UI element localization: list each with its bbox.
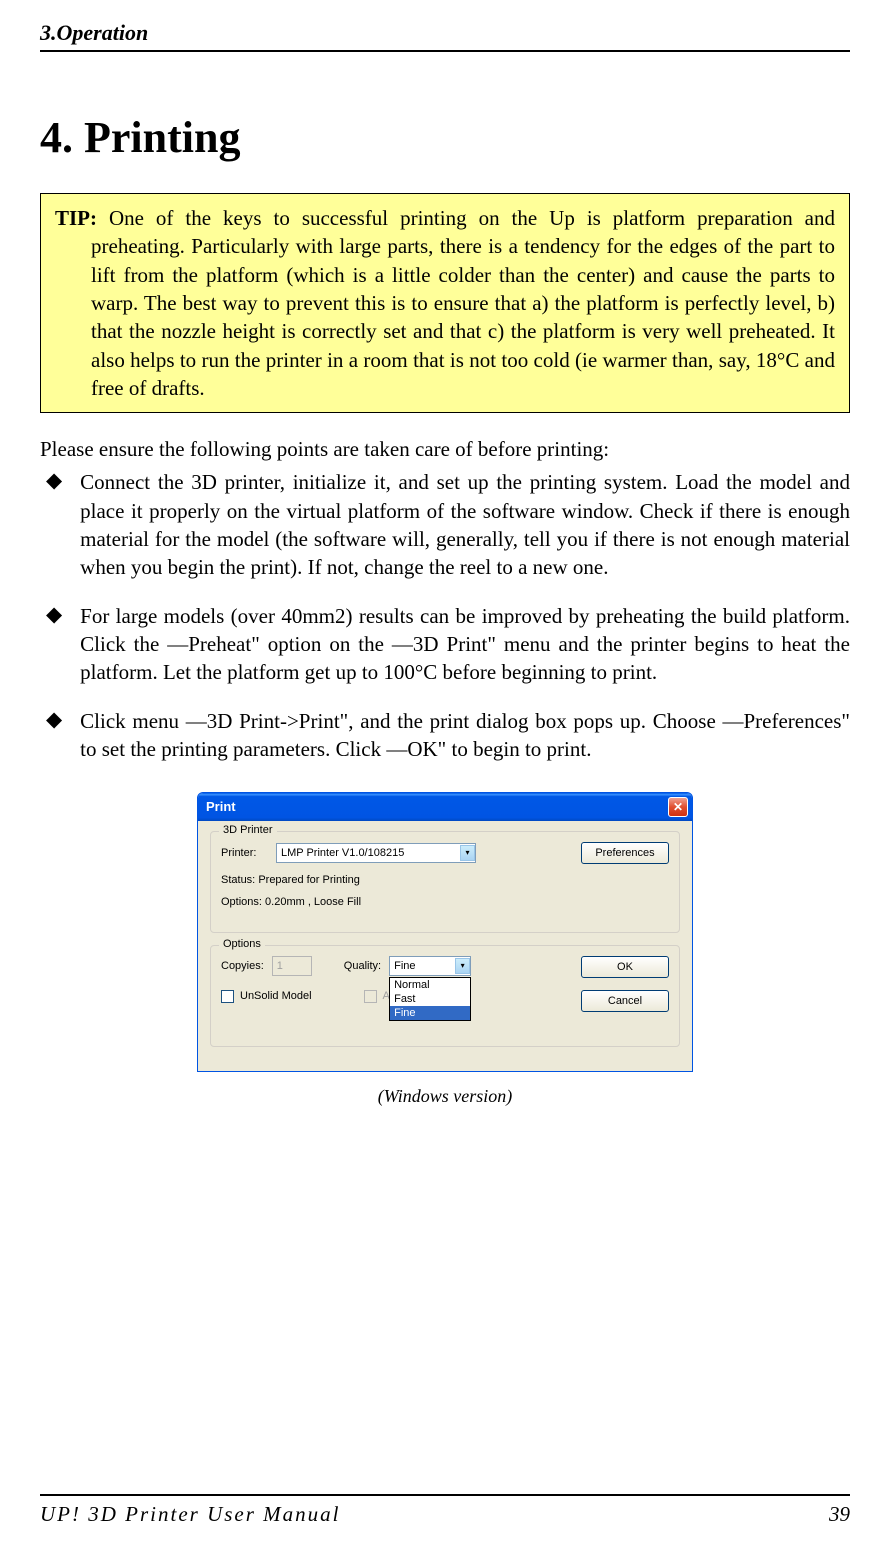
quality-select[interactable]: Fine ▾ Normal Fast Fine [389, 956, 471, 976]
close-button[interactable]: ✕ [668, 797, 688, 817]
quality-value: Fine [394, 960, 415, 972]
options-legend: Options [219, 938, 265, 950]
copies-input[interactable]: 1 [272, 956, 312, 976]
options-label: Options: [221, 896, 262, 908]
intro-paragraph: Please ensure the following points are t… [40, 437, 850, 462]
quality-option-normal[interactable]: Normal [390, 978, 470, 992]
list-item: ◆ For large models (over 40mm2) results … [40, 602, 850, 687]
quality-option-fine[interactable]: Fine [390, 1006, 470, 1020]
tip-box: TIP: One of the keys to successful print… [40, 193, 850, 413]
bullet-text: For large models (over 40mm2) results ca… [80, 602, 850, 687]
options-fieldset: Options Copyies: 1 Quality: Fine ▾ [210, 945, 680, 1047]
list-item: ◆ Click menu ―3D Print->Print", and the … [40, 707, 850, 764]
dialog-titlebar: Print ✕ [198, 793, 692, 821]
bullet-icon: ◆ [46, 602, 62, 687]
bullet-icon: ◆ [46, 468, 62, 581]
auto-checkbox [364, 990, 377, 1003]
unsolid-label: UnSolid Model [240, 990, 312, 1002]
page-footer: UP! 3D Printer User Manual 39 [40, 1494, 850, 1527]
status-label: Status: [221, 874, 255, 886]
cancel-button[interactable]: Cancel [581, 990, 669, 1012]
printer-select-value: LMP Printer V1.0/108215 [281, 847, 404, 859]
page-number: 39 [829, 1502, 850, 1527]
options-value: 0.20mm , Loose Fill [265, 896, 361, 908]
printer-label: Printer: [221, 847, 276, 859]
bullet-list: ◆ Connect the 3D printer, initialize it,… [40, 468, 850, 763]
ok-button[interactable]: OK [581, 956, 669, 978]
tip-body: One of the keys to successful printing o… [91, 206, 835, 400]
dialog-title: Print [206, 799, 236, 814]
printer-select[interactable]: LMP Printer V1.0/108215 ▾ [276, 843, 476, 863]
footer-title: UP! 3D Printer User Manual [40, 1502, 340, 1527]
quality-option-fast[interactable]: Fast [390, 992, 470, 1006]
copies-label: Copyies: [221, 960, 264, 972]
quality-label: Quality: [344, 960, 381, 972]
copies-value: 1 [277, 960, 283, 972]
print-dialog: Print ✕ 3D Printer Printer: LMP Printer … [197, 792, 693, 1072]
unsolid-checkbox[interactable] [221, 990, 234, 1003]
quality-dropdown: Normal Fast Fine [389, 977, 471, 1021]
bullet-icon: ◆ [46, 707, 62, 764]
bullet-text: Click menu ―3D Print->Print", and the pr… [80, 707, 850, 764]
tip-label: TIP: [55, 206, 97, 230]
printer-legend: 3D Printer [219, 824, 277, 836]
bullet-text: Connect the 3D printer, initialize it, a… [80, 468, 850, 581]
section-header: 3.Operation [40, 20, 850, 46]
status-value: Prepared for Printing [258, 874, 360, 886]
tip-paragraph: TIP: One of the keys to successful print… [55, 204, 835, 402]
preferences-button[interactable]: Preferences [581, 842, 669, 864]
list-item: ◆ Connect the 3D printer, initialize it,… [40, 468, 850, 581]
page-heading: 4. Printing [40, 112, 850, 163]
chevron-down-icon: ▾ [460, 845, 475, 861]
figure-caption: (Windows version) [378, 1086, 513, 1107]
close-icon: ✕ [673, 800, 683, 814]
printer-fieldset: 3D Printer Printer: LMP Printer V1.0/108… [210, 831, 680, 933]
chevron-down-icon: ▾ [455, 958, 470, 974]
